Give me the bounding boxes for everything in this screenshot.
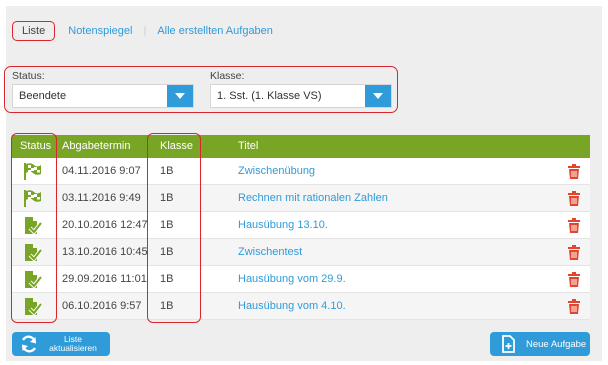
row-titel-link[interactable]: Rechnen mit rationalen Zahlen — [238, 185, 388, 212]
chevron-down-icon[interactable] — [365, 85, 391, 107]
row-titel-link[interactable]: Hausübung vom 4.10. — [238, 293, 346, 320]
new-task-label: Neue Aufgabe — [526, 338, 587, 350]
tab-divider: | — [143, 25, 147, 37]
refresh-label-line2: aktualisieren — [49, 343, 97, 353]
table-body: 04.11.2016 9:07 1B Zwischenübung 03.11.2016… — [12, 158, 590, 320]
table-row: 04.11.2016 9:07 1B Zwischenübung — [12, 158, 590, 185]
klasse-select-value: 1. Sst. (1. Klasse VS) — [217, 90, 322, 102]
klasse-select[interactable]: 1. Sst. (1. Klasse VS) — [210, 84, 392, 108]
graded-check-icon — [22, 269, 43, 290]
row-titel-link[interactable]: Hausübung 13.10. — [238, 212, 328, 239]
delete-icon[interactable] — [568, 191, 580, 206]
tab-alle-aufgaben[interactable]: Alle erstellten Aufgaben — [156, 22, 274, 40]
finish-flag-icon — [22, 161, 42, 181]
status-select-value: Beendete — [19, 90, 67, 102]
row-titel-link[interactable]: Zwischenübung — [238, 158, 315, 185]
klasse-filter-label: Klasse: — [210, 70, 245, 82]
graded-check-icon — [22, 296, 43, 317]
row-klasse: 1B — [160, 246, 174, 258]
table-header: Status Abgabetermin Klasse Titel — [12, 135, 590, 158]
row-abgabetermin: 20.10.2016 12:47 — [62, 219, 148, 231]
tab-liste[interactable]: Liste — [12, 21, 56, 41]
delete-icon[interactable] — [568, 245, 580, 260]
graded-check-icon — [22, 215, 43, 236]
row-abgabetermin: 29.09.2016 11:01 — [62, 273, 147, 285]
delete-icon[interactable] — [568, 218, 580, 233]
row-klasse: 1B — [160, 300, 174, 312]
chevron-down-icon[interactable] — [167, 85, 193, 107]
new-task-button[interactable]: Neue Aufgabe — [490, 332, 590, 356]
row-abgabetermin: 13.10.2016 10:45 — [62, 246, 148, 258]
row-klasse: 1B — [160, 219, 174, 231]
tab-bar: Liste Notenspiegel | Alle erstellten Auf… — [12, 21, 274, 41]
row-titel-link[interactable]: Hausübung vom 29.9. — [238, 266, 346, 293]
table-row: 13.10.2016 10:45 1B Zwischentest — [12, 239, 590, 266]
new-document-icon — [502, 335, 515, 353]
row-klasse: 1B — [160, 273, 174, 285]
finish-flag-icon — [22, 188, 42, 208]
graded-check-icon — [22, 242, 43, 263]
row-abgabetermin: 03.11.2016 9:49 — [62, 192, 141, 204]
delete-icon[interactable] — [568, 272, 580, 287]
status-filter-label: Status: — [12, 70, 45, 82]
status-select[interactable]: Beendete — [12, 84, 194, 108]
table-row: 20.10.2016 12:47 1B Hausübung 13.10. — [12, 212, 590, 239]
delete-icon[interactable] — [568, 299, 580, 314]
assignments-table: Status Abgabetermin Klasse Titel 04.11.2… — [12, 135, 590, 320]
row-abgabetermin: 04.11.2016 9:07 — [62, 165, 141, 177]
table-row: 06.10.2016 9:57 1B Hausübung vom 4.10. — [12, 293, 590, 320]
tab-notenspiegel[interactable]: Notenspiegel — [67, 22, 133, 40]
row-titel-link[interactable]: Zwischentest — [238, 239, 302, 266]
col-header-klasse[interactable]: Klasse — [160, 135, 193, 158]
col-header-titel[interactable]: Titel — [238, 135, 258, 158]
delete-icon[interactable] — [568, 164, 580, 179]
col-header-abgabetermin[interactable]: Abgabetermin — [62, 135, 131, 158]
table-row: 29.09.2016 11:01 1B Hausübung vom 29.9. — [12, 266, 590, 293]
col-header-status[interactable]: Status — [20, 135, 51, 158]
row-klasse: 1B — [160, 165, 174, 177]
row-abgabetermin: 06.10.2016 9:57 — [62, 300, 142, 312]
refresh-button-label: Liste aktualisieren — [43, 335, 103, 353]
refresh-list-button[interactable]: Liste aktualisieren — [12, 332, 110, 356]
refresh-icon — [21, 335, 37, 353]
table-row: 03.11.2016 9:49 1B Rechnen mit rationalen … — [12, 185, 590, 212]
row-klasse: 1B — [160, 192, 174, 204]
